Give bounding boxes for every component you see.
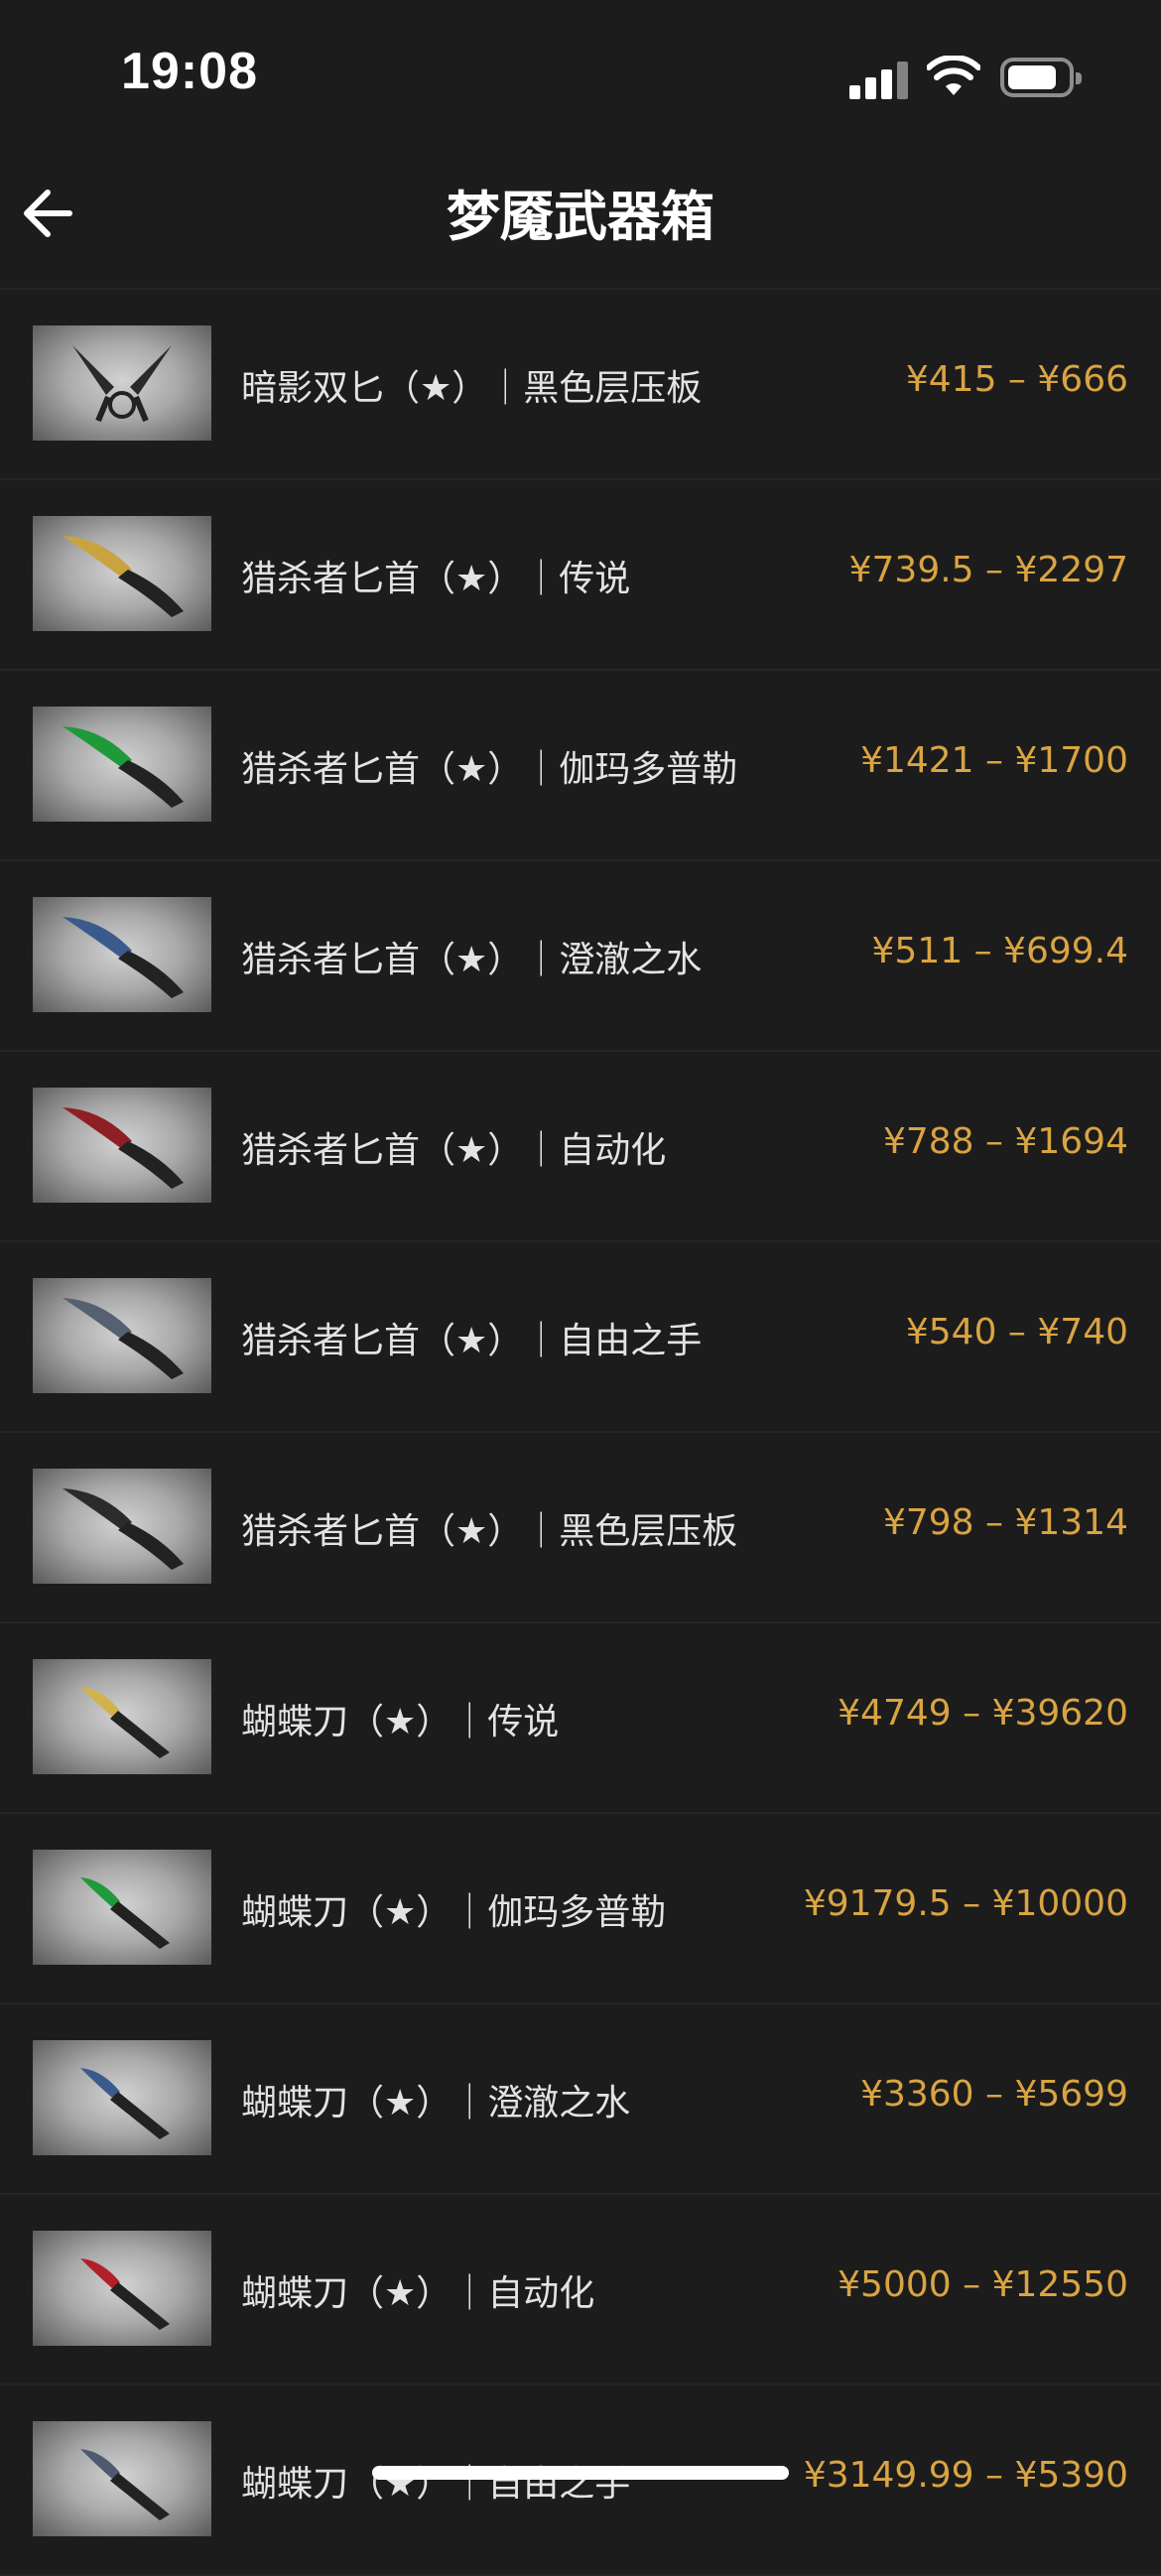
item-price-range: ¥788 – ¥1694: [882, 1121, 1128, 1162]
list-item[interactable]: 暗影双匕（★）｜黑色层压板 ¥415 – ¥666: [0, 290, 1161, 480]
knife-image: [80, 1877, 170, 1949]
item-price-range: ¥3149.99 – ¥5390: [803, 2455, 1128, 2496]
knife-image: [63, 1488, 184, 1570]
item-price-range: ¥511 – ¥699.4: [871, 931, 1128, 971]
list-item[interactable]: 猎杀者匕首（★）｜伽玛多普勒 ¥1421 – ¥1700: [0, 671, 1161, 861]
status-time: 19:08: [121, 43, 258, 100]
wifi-icon: [927, 56, 980, 95]
knife-image: [63, 1298, 184, 1379]
item-thumbnail: [33, 897, 211, 1012]
item-name: 猎杀者匕首（★）｜传说: [241, 559, 631, 599]
item-price-range: ¥540 – ¥740: [905, 1312, 1128, 1352]
list-item[interactable]: 蝴蝶刀（★）｜传说 ¥4749 – ¥39620: [0, 1623, 1161, 1814]
knife-image: [80, 1687, 170, 1758]
item-thumbnail: [33, 325, 211, 441]
list-item[interactable]: 蝴蝶刀（★）｜自动化 ¥5000 – ¥12550: [0, 2195, 1161, 2385]
knife-image: [63, 1107, 184, 1189]
item-price-range: ¥415 – ¥666: [905, 359, 1128, 400]
item-price-range: ¥9179.5 – ¥10000: [803, 1883, 1128, 1924]
item-name: 暗影双匕（★）｜黑色层压板: [241, 368, 703, 409]
item-thumbnail: [33, 1278, 211, 1393]
item-price-range: ¥798 – ¥1314: [882, 1502, 1128, 1543]
list-item[interactable]: 猎杀者匕首（★）｜自动化 ¥788 – ¥1694: [0, 1052, 1161, 1242]
item-thumbnail: [33, 2040, 211, 2155]
list-item[interactable]: 蝴蝶刀（★）｜自由之手 ¥3149.99 – ¥5390: [0, 2385, 1161, 2576]
list-item[interactable]: 猎杀者匕首（★）｜传说 ¥739.5 – ¥2297: [0, 480, 1161, 671]
item-thumbnail: [33, 2421, 211, 2536]
item-thumbnail: [33, 1088, 211, 1203]
knife-image: [72, 345, 172, 423]
list-item[interactable]: 蝴蝶刀（★）｜澄澈之水 ¥3360 – ¥5699: [0, 2004, 1161, 2195]
item-price-range: ¥3360 – ¥5699: [860, 2074, 1128, 2115]
item-thumbnail: [33, 516, 211, 631]
item-name: 猎杀者匕首（★）｜黑色层压板: [241, 1511, 738, 1552]
item-thumbnail: [33, 1850, 211, 1965]
item-name: 猎杀者匕首（★）｜澄澈之水: [241, 940, 703, 980]
item-name: 蝴蝶刀（★）｜澄澈之水: [241, 2083, 631, 2124]
item-list: 暗影双匕（★）｜黑色层压板 ¥415 – ¥666 猎杀者匕首（★）｜传说 ¥739.…: [0, 290, 1161, 2576]
item-price-range: ¥5000 – ¥12550: [838, 2264, 1128, 2305]
item-name: 猎杀者匕首（★）｜自动化: [241, 1130, 667, 1171]
home-indicator: [372, 2466, 789, 2480]
list-item[interactable]: 猎杀者匕首（★）｜澄澈之水 ¥511 – ¥699.4: [0, 861, 1161, 1052]
knife-image: [80, 2449, 170, 2520]
item-price-range: ¥4749 – ¥39620: [838, 1693, 1128, 1734]
item-price-range: ¥1421 – ¥1700: [860, 740, 1128, 781]
item-name: 猎杀者匕首（★）｜自由之手: [241, 1321, 703, 1361]
knife-image: [80, 2068, 170, 2139]
cellular-signal-icon: [849, 58, 909, 99]
list-item[interactable]: 猎杀者匕首（★）｜黑色层压板 ¥798 – ¥1314: [0, 1433, 1161, 1623]
item-name: 蝴蝶刀（★）｜伽玛多普勒: [241, 1892, 667, 1933]
navigation-bar: 梦魇武器箱: [0, 149, 1161, 290]
list-item[interactable]: 蝴蝶刀（★）｜伽玛多普勒 ¥9179.5 – ¥10000: [0, 1814, 1161, 2004]
item-name: 蝴蝶刀（★）｜传说: [241, 1702, 560, 1742]
knife-image: [63, 726, 184, 808]
item-name: 猎杀者匕首（★）｜伽玛多普勒: [241, 749, 738, 790]
page-title: 梦魇武器箱: [447, 186, 714, 248]
item-price-range: ¥739.5 – ¥2297: [848, 550, 1128, 590]
status-bar: 19:08: [0, 0, 1161, 149]
item-thumbnail: [33, 707, 211, 822]
battery-icon: [1000, 58, 1082, 97]
item-thumbnail: [33, 2231, 211, 2346]
item-thumbnail: [33, 1659, 211, 1774]
knife-image: [63, 536, 184, 617]
knife-image: [63, 917, 184, 998]
item-thumbnail: [33, 1469, 211, 1584]
item-name: 蝴蝶刀（★）｜自由之手: [241, 2464, 631, 2505]
list-item[interactable]: 猎杀者匕首（★）｜自由之手 ¥540 – ¥740: [0, 1242, 1161, 1433]
item-name: 蝴蝶刀（★）｜自动化: [241, 2273, 595, 2314]
knife-image: [80, 2258, 170, 2330]
